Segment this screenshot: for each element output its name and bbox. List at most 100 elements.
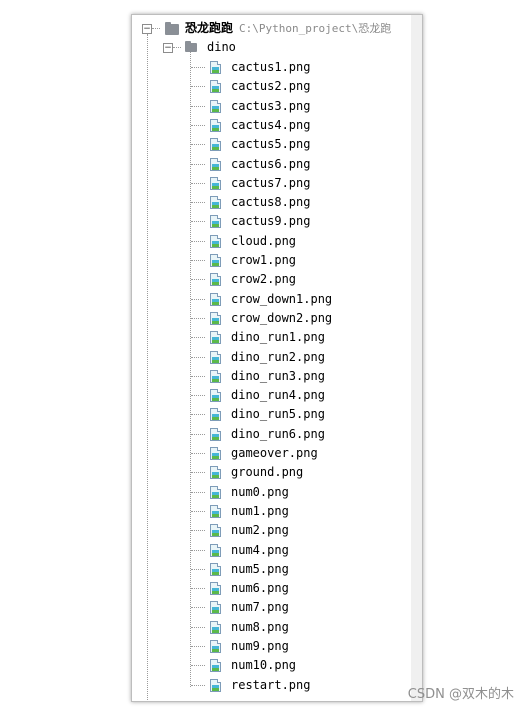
image-file-icon: [210, 196, 221, 210]
image-file-icon: [210, 582, 221, 596]
tree-guide: [191, 549, 205, 551]
file-row[interactable]: cactus1.png: [132, 58, 411, 77]
file-row[interactable]: cactus8.png: [132, 193, 411, 212]
file-row[interactable]: num0.png: [132, 483, 411, 502]
file-row[interactable]: num1.png: [132, 502, 411, 521]
file-label: num1.png: [231, 503, 289, 518]
image-file-icon: [210, 234, 221, 248]
collapse-toggle-icon[interactable]: −: [163, 43, 173, 53]
tree-guide: [191, 124, 205, 126]
file-row[interactable]: crow2.png: [132, 270, 411, 289]
file-row[interactable]: num8.png: [132, 618, 411, 637]
file-label: cactus4.png: [231, 117, 311, 132]
tree-guide: [191, 510, 205, 512]
image-file-icon: [210, 562, 221, 576]
tree-guide: [191, 163, 205, 165]
file-label: cactus8.png: [231, 195, 311, 210]
tree-guide: [191, 356, 205, 358]
tree-guide: [191, 279, 205, 281]
tree-guide: [191, 395, 205, 397]
file-row[interactable]: cactus3.png: [132, 97, 411, 116]
file-row[interactable]: cactus7.png: [132, 174, 411, 193]
collapse-toggle-icon[interactable]: −: [142, 24, 152, 34]
image-file-icon: [210, 659, 221, 673]
image-file-icon: [210, 640, 221, 653]
file-row[interactable]: cactus2.png: [132, 77, 411, 96]
tree-guide: [191, 684, 205, 686]
image-file-icon: [210, 138, 221, 152]
tree-guide: [191, 626, 205, 628]
folder-icon: [185, 41, 197, 52]
file-row[interactable]: dino_run4.png: [132, 386, 411, 405]
file-row[interactable]: dino_run6.png: [132, 425, 411, 444]
file-row[interactable]: cactus6.png: [132, 155, 411, 174]
file-row[interactable]: crow_down1.png: [132, 290, 411, 309]
file-row[interactable]: num10.png: [132, 656, 411, 675]
tree-guide: [191, 144, 205, 146]
tree-guide: [191, 260, 205, 261]
project-path: C:\Python_project\恐龙跑: [239, 22, 392, 35]
file-row[interactable]: num4.png: [132, 541, 411, 560]
file-row[interactable]: cloud.png: [132, 232, 411, 251]
image-file-icon: [210, 369, 221, 383]
tree-guide: [191, 568, 205, 570]
file-row[interactable]: num6.png: [132, 579, 411, 598]
file-row[interactable]: dino_run2.png: [132, 348, 411, 367]
file-row[interactable]: cactus5.png: [132, 135, 411, 154]
file-row[interactable]: num2.png: [132, 521, 411, 540]
folder-icon: [165, 22, 179, 35]
file-label: num2.png: [231, 523, 289, 538]
tree-guide: [191, 202, 205, 204]
file-row[interactable]: num9.png: [132, 637, 411, 656]
file-row[interactable]: ground.png: [132, 463, 411, 482]
file-label: crow_down2.png: [231, 310, 333, 325]
file-label: crow1.png: [231, 253, 297, 267]
image-file-icon: [210, 427, 221, 441]
file-label: num6.png: [231, 581, 289, 596]
file-row[interactable]: num7.png: [132, 598, 411, 617]
file-label: cactus9.png: [231, 214, 311, 229]
folder-row-dino[interactable]: − dino: [132, 34, 411, 701]
file-label: ground.png: [231, 465, 304, 480]
watermark: CSDN @双木的木: [407, 687, 514, 702]
image-file-icon: [210, 447, 221, 460]
vertical-scrollbar[interactable]: [411, 15, 422, 632]
tree-guide: [152, 28, 160, 29]
image-file-icon: [210, 80, 221, 94]
file-row[interactable]: crow_down2.png: [132, 309, 411, 328]
file-row[interactable]: crow1.png: [132, 251, 411, 270]
image-file-icon: [210, 466, 221, 480]
file-row[interactable]: dino_run3.png: [132, 367, 411, 386]
file-label: num4.png: [231, 542, 289, 557]
file-row[interactable]: cactus4.png: [132, 116, 411, 135]
file-label: num7.png: [231, 600, 289, 615]
file-label: cactus1.png: [231, 60, 311, 74]
file-label: dino_run3.png: [231, 368, 325, 383]
tree-guide: [191, 105, 205, 107]
tree-guide: [191, 375, 205, 377]
file-row[interactable]: num5.png: [132, 560, 411, 579]
file-row[interactable]: dino_run1.png: [132, 328, 411, 347]
file-row[interactable]: dino_run5.png: [132, 405, 411, 424]
tree-guide: [191, 337, 205, 339]
tree-guide: [191, 472, 205, 474]
tree-guide: [191, 453, 205, 454]
image-file-icon: [210, 254, 221, 267]
file-row[interactable]: restart.png: [132, 676, 411, 695]
file-label: cactus5.png: [231, 137, 311, 152]
image-file-icon: [210, 176, 221, 190]
file-label: crow2.png: [231, 272, 297, 287]
project-root-row[interactable]: − 恐龙跑跑 C:\Python_project\恐龙跑: [132, 19, 411, 38]
image-file-icon: [210, 350, 221, 364]
file-label: dino_run1.png: [231, 330, 325, 345]
file-label: gameover.png: [231, 446, 318, 460]
file-label: cactus2.png: [231, 79, 311, 94]
file-row[interactable]: cactus9.png: [132, 212, 411, 231]
tree-guide: [191, 588, 205, 590]
file-row[interactable]: gameover.png: [132, 444, 411, 463]
project-name: 恐龙跑跑: [185, 21, 234, 35]
tree-guide: [191, 86, 205, 88]
image-file-icon: [210, 118, 221, 132]
file-label: dino_run2.png: [231, 349, 325, 364]
tree-guide: [191, 414, 205, 416]
